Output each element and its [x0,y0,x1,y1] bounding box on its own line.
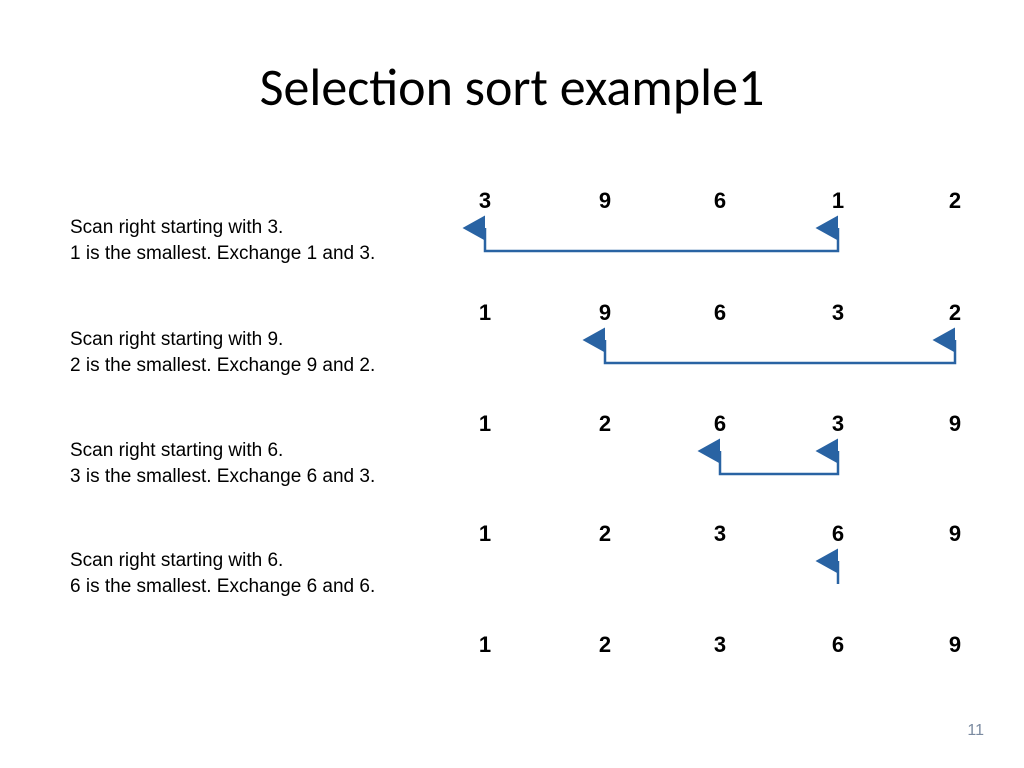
page-number: 11 [967,722,984,740]
array-cell: 1 [470,521,500,547]
step-4-swap-arrow [0,546,1024,606]
array-cell: 2 [940,300,970,326]
array-cell: 6 [705,300,735,326]
array-cell: 1 [470,411,500,437]
array-cell: 6 [823,632,853,658]
array-cell: 1 [470,300,500,326]
array-cell: 2 [590,632,620,658]
slide-title: Selection sort example1 [0,55,1024,119]
array-cell: 2 [590,521,620,547]
array-cell: 9 [940,632,970,658]
array-cell: 9 [940,521,970,547]
array-cell: 2 [940,188,970,214]
array-cell: 6 [705,188,735,214]
array-cell: 3 [705,632,735,658]
array-cell: 6 [823,521,853,547]
step-1-swap-arrow [0,213,1024,273]
array-cell: 9 [590,300,620,326]
array-cell: 3 [470,188,500,214]
array-cell: 9 [940,411,970,437]
array-cell: 3 [823,300,853,326]
step-3-swap-arrow [0,436,1024,496]
step-2-swap-arrow [0,325,1024,385]
array-cell: 3 [705,521,735,547]
array-cell: 2 [590,411,620,437]
slide: Selection sort example1 Scan right start… [0,0,1024,768]
array-cell: 9 [590,188,620,214]
array-cell: 1 [470,632,500,658]
array-cell: 6 [705,411,735,437]
array-cell: 3 [823,411,853,437]
array-cell: 1 [823,188,853,214]
